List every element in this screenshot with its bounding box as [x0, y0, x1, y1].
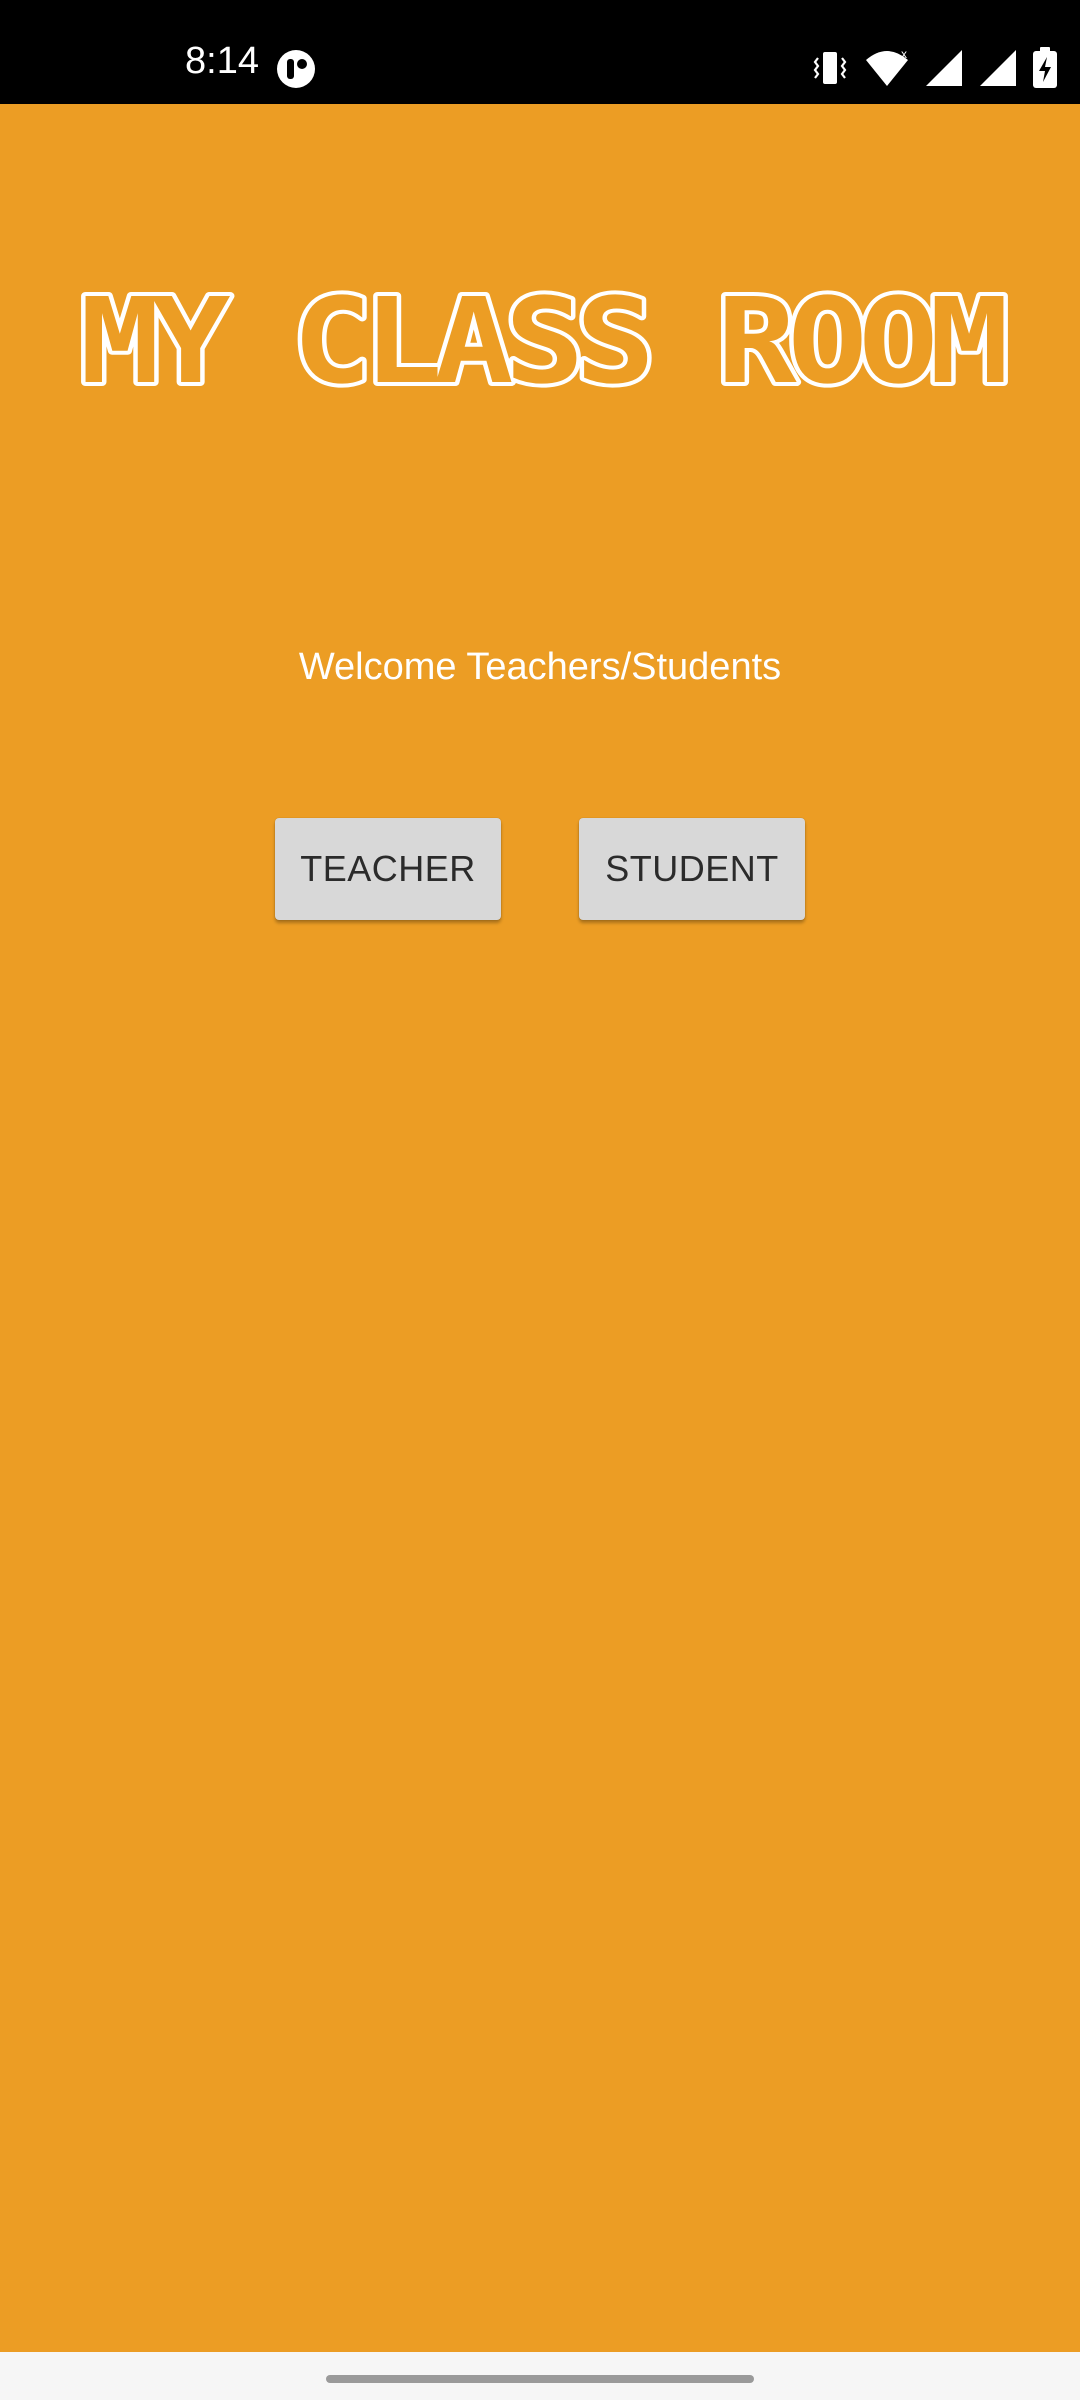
status-icons: x: [796, 46, 1058, 90]
signal-icon: [926, 50, 962, 86]
app-title-text: MY CLASS ROOM: [80, 272, 1004, 410]
app-screen: 8:14 x MY CLASS ROOM Welcome Teachers/St…: [0, 0, 1080, 2400]
app-title: MY CLASS ROOM: [0, 262, 1080, 442]
signal-icon: [980, 50, 1016, 86]
wifi-icon: x: [866, 48, 908, 86]
svg-text:x: x: [901, 48, 907, 61]
welcome-text: Welcome Teachers/Students: [298, 646, 782, 688]
status-bar: 8:14 x: [0, 0, 1080, 104]
vibrate-icon: [813, 52, 847, 84]
student-button[interactable]: STUDENT: [579, 818, 805, 920]
teacher-button[interactable]: TEACHER: [275, 818, 501, 920]
home-gesture-handle[interactable]: [326, 2375, 754, 2383]
navigation-bar: [0, 2352, 1080, 2400]
app-notification-icon: [277, 50, 315, 88]
battery-charging-icon: [1033, 47, 1057, 88]
status-time: 8:14: [185, 40, 259, 82]
